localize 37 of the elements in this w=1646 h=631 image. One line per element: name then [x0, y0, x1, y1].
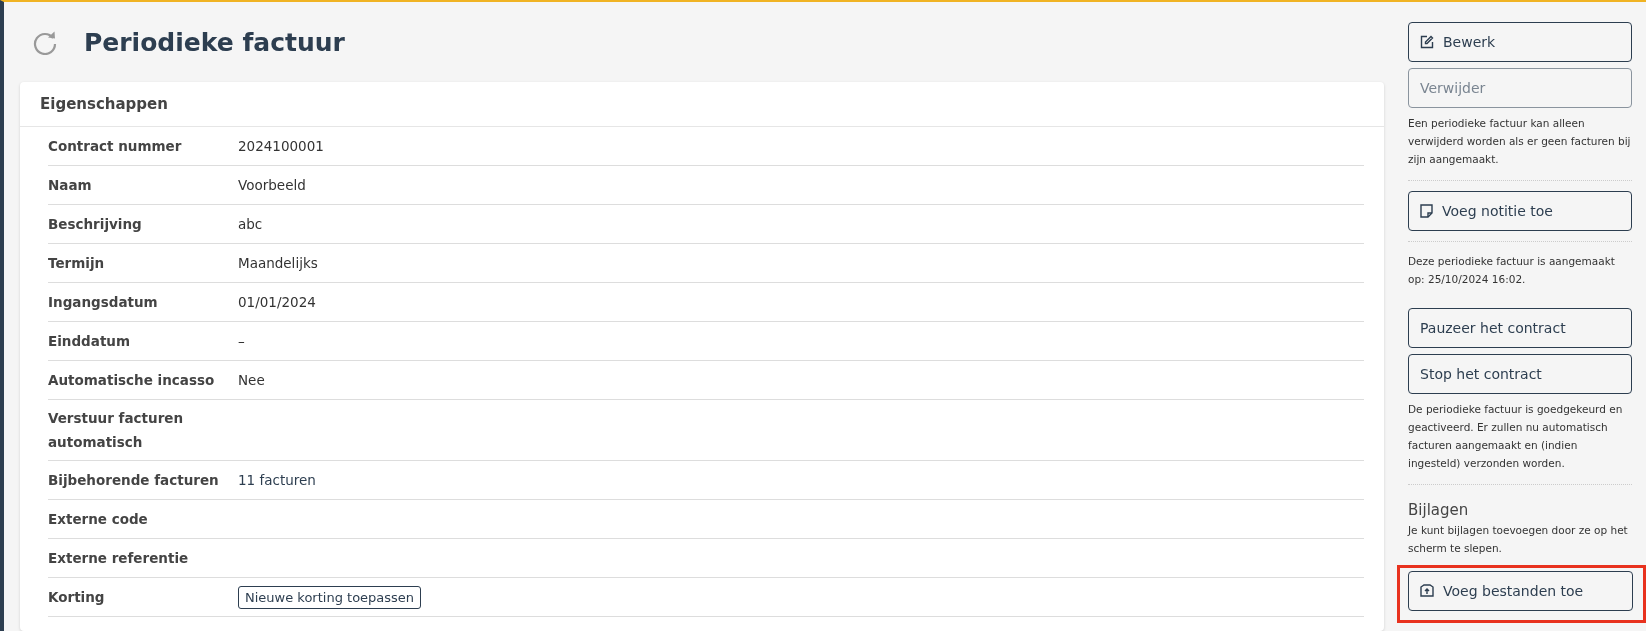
info-text: Deze periodieke factuur is aangemaakt op: 25/10/2024 16:02.: [1408, 254, 1616, 287]
property-label: Contract nummer: [48, 137, 183, 156]
property-label: Termijn: [48, 254, 106, 273]
card-title: Eigenschappen: [20, 82, 1384, 127]
property-label: Bijbehorende facturen: [48, 471, 220, 490]
property-label: Naam: [48, 176, 93, 195]
info-text: Je kunt bijlagen toevoegen door ze op het scherm te slepen.: [1408, 523, 1629, 556]
info-text: De periodieke factuur is goedgekeurd en geactiveerd. Er zullen nu automatisch facturen aangemaakt en (indien ingesteld) verzonden worden.: [1408, 402, 1624, 471]
page-title: Periodieke factuur: [84, 27, 345, 57]
property-value: Nee: [238, 372, 266, 388]
property-label: Korting: [48, 588, 106, 607]
property-value: 01/01/2024: [238, 294, 317, 310]
info-text: Een periodieke factuur kan alleen verwijderd worden als er geen facturen bij zijn aangemaakt.: [1408, 116, 1632, 167]
action-button[interactable]: Voeg notitie toe: [1408, 191, 1632, 231]
property-value: Voorbeeld: [238, 177, 307, 193]
property-value: –: [238, 333, 246, 349]
upload-icon: [1420, 584, 1434, 598]
property-label: Ingangsdatum: [48, 293, 159, 312]
action-button[interactable]: Bewerk: [1408, 22, 1632, 62]
action-button[interactable]: Pauzeer het contract: [1408, 308, 1632, 348]
invoices-link[interactable]: 11 facturen: [238, 472, 1364, 488]
section-heading: Bijlagen: [1408, 501, 1470, 519]
property-label: Einddatum: [48, 332, 132, 351]
note-icon: [1420, 204, 1433, 218]
action-button[interactable]: Voeg bestanden toe: [1408, 571, 1633, 611]
property-label: Verstuur facturen automatisch: [48, 409, 185, 452]
property-label: Beschrijving: [48, 215, 143, 234]
property-value: abc: [238, 216, 264, 232]
property-value: Maandelijks: [238, 255, 319, 271]
edit-icon: [1420, 35, 1434, 49]
property-value: 2024100001: [238, 138, 325, 154]
apply-discount-button[interactable]: Nieuwe korting toepassen: [238, 585, 422, 609]
property-label: Automatische incasso: [48, 371, 216, 390]
action-button[interactable]: Stop het contract: [1408, 354, 1632, 394]
property-label: Externe referentie: [48, 549, 190, 568]
property-label: Externe code: [48, 510, 149, 529]
refresh-icon[interactable]: [32, 29, 58, 55]
